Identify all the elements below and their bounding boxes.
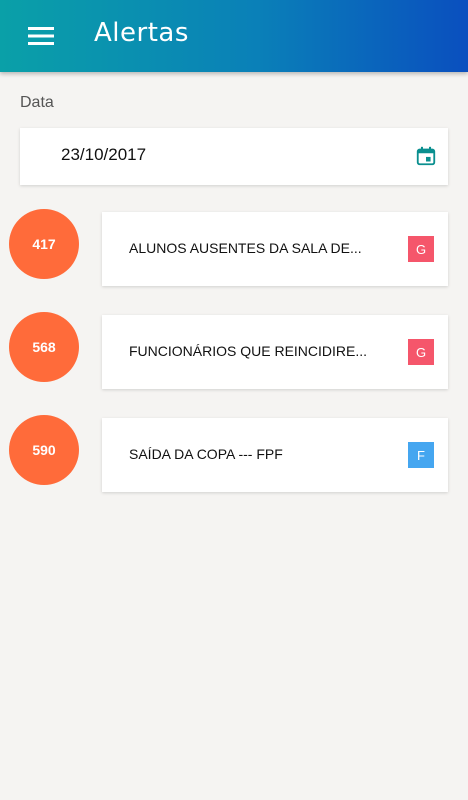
calendar-icon[interactable] bbox=[415, 145, 437, 167]
alert-id-circle[interactable]: 417 bbox=[9, 209, 79, 279]
severity-badge: G bbox=[408, 339, 434, 365]
severity-badge: G bbox=[408, 236, 434, 262]
severity-badge: F bbox=[408, 442, 434, 468]
alert-item: FUNCIONÁRIOS QUE REINCIDIRE... G 568 bbox=[0, 312, 468, 391]
alert-card[interactable]: ALUNOS AUSENTES DA SALA DE... G bbox=[102, 212, 448, 286]
alert-card[interactable]: FUNCIONÁRIOS QUE REINCIDIRE... G bbox=[102, 315, 448, 389]
menu-button[interactable] bbox=[18, 16, 64, 56]
hamburger-menu-icon bbox=[28, 27, 54, 45]
date-field[interactable]: 23/10/2017 bbox=[20, 128, 448, 185]
alert-item: ALUNOS AUSENTES DA SALA DE... G 417 bbox=[0, 209, 468, 288]
alert-id-circle[interactable]: 568 bbox=[9, 312, 79, 382]
alert-title: SAÍDA DA COPA --- FPF bbox=[129, 446, 283, 462]
date-value: 23/10/2017 bbox=[61, 145, 147, 164]
page-title: Alertas bbox=[94, 18, 189, 48]
date-label: Data bbox=[20, 94, 54, 111]
alert-id-circle[interactable]: 590 bbox=[9, 415, 79, 485]
alert-card[interactable]: SAÍDA DA COPA --- FPF F bbox=[102, 418, 448, 492]
alert-item: SAÍDA DA COPA --- FPF F 590 bbox=[0, 415, 468, 494]
app-bar: Alertas bbox=[0, 0, 468, 72]
alert-title: FUNCIONÁRIOS QUE REINCIDIRE... bbox=[129, 343, 368, 359]
alert-title: ALUNOS AUSENTES DA SALA DE... bbox=[129, 240, 362, 256]
